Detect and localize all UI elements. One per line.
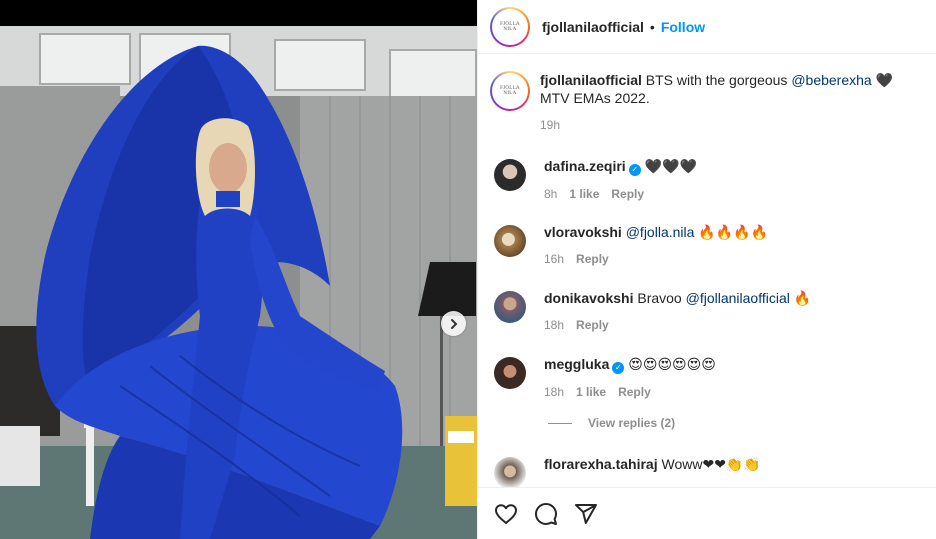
brand-logo: FJOLLA NILA: [500, 21, 520, 32]
replies-divider: [548, 422, 572, 424]
chevron-right-icon: [450, 318, 457, 329]
verified-icon: ✓: [628, 164, 641, 176]
verified-icon: ✓: [612, 362, 625, 374]
comment-time[interactable]: 8h: [544, 185, 557, 203]
comments-list[interactable]: FJOLLA NILA fjollanilaofficial BTS with t…: [478, 55, 936, 487]
caption-time[interactable]: 19h: [540, 116, 560, 134]
comment-username[interactable]: dafina.zeqiri: [544, 158, 626, 174]
caption-mention[interactable]: @beberexha: [791, 72, 871, 88]
commenter-avatar[interactable]: [494, 357, 526, 389]
comment-text: 🖤🖤🖤: [640, 158, 697, 174]
comment-text: Woww❤❤👏👏: [657, 456, 761, 472]
reply-button[interactable]: Reply: [618, 383, 651, 401]
caption-text: BTS with the gorgeous: [645, 72, 792, 88]
next-photo-button[interactable]: [441, 311, 466, 336]
comment-likes[interactable]: 1 like: [576, 383, 606, 401]
comment-time[interactable]: 16h: [544, 250, 564, 268]
comment-row: dafina.zeqiri ✓ 🖤🖤🖤 8h 1 like Reply: [494, 157, 924, 203]
commenter-avatar[interactable]: [494, 225, 526, 257]
comment-likes[interactable]: 1 like: [569, 185, 599, 203]
comment-row: florarexha.tahiraj Woww❤❤👏👏: [494, 455, 924, 487]
commenter-avatar[interactable]: [494, 457, 526, 487]
comment-text-end: 🔥: [789, 290, 812, 306]
owner-avatar[interactable]: FJOLLA NILA: [490, 6, 530, 47]
comment-username[interactable]: meggluka: [544, 356, 609, 372]
caption: FJOLLA NILA fjollanilaofficial BTS with t…: [490, 71, 924, 134]
follow-button[interactable]: Follow: [661, 19, 705, 35]
comment-username[interactable]: donikavokshi: [544, 290, 633, 306]
comment-text: Bravoo: [633, 290, 686, 306]
comment-row: donikavokshi Bravoo @fjollanilaofficial …: [494, 289, 924, 334]
reply-button[interactable]: Reply: [576, 316, 609, 334]
view-replies-label: View replies (2): [588, 416, 676, 430]
comment-row: vloravokshi @fjolla.nila 🔥🔥🔥🔥 16h Reply: [494, 223, 924, 268]
caption-username[interactable]: fjollanilaofficial: [540, 72, 642, 88]
commenter-avatar[interactable]: [494, 291, 526, 323]
post-photo[interactable]: [0, 26, 477, 539]
heart-icon[interactable]: [494, 502, 518, 526]
owner-username[interactable]: fjollanilaofficial: [542, 19, 644, 35]
comment-mention[interactable]: @fjollanilaofficial: [686, 290, 790, 306]
comment-text: 🔥🔥🔥🔥: [694, 224, 769, 240]
post-header: FJOLLA NILA fjollanilaofficial • Follow: [478, 0, 936, 54]
comment-time[interactable]: 18h: [544, 316, 564, 334]
comment-username[interactable]: florarexha.tahiraj: [544, 456, 658, 472]
reply-button[interactable]: Reply: [611, 185, 644, 203]
photo-illustration: [0, 26, 477, 539]
separator-dot: •: [649, 18, 655, 35]
post-sidebar: FJOLLA NILA fjollanilaofficial • Follow F…: [477, 0, 936, 539]
comment-mention[interactable]: @fjolla.nila: [626, 224, 695, 240]
comment-username[interactable]: vloravokshi: [544, 224, 622, 240]
caption-avatar[interactable]: FJOLLA NILA: [490, 71, 530, 111]
share-icon[interactable]: [574, 502, 598, 526]
view-replies-button[interactable]: View replies (2): [548, 416, 675, 430]
comment-icon[interactable]: [534, 502, 558, 526]
comment-time[interactable]: 18h: [544, 383, 564, 401]
comment-text: 😍😍😍😍😍😍: [624, 356, 716, 372]
media-top-bar: [0, 0, 477, 26]
comment-row: meggluka ✓ 😍😍😍😍😍😍 18h 1 like Reply: [494, 355, 924, 401]
brand-logo: FJOLLA NILA: [500, 86, 520, 96]
post-actions: [478, 487, 936, 539]
commenter-avatar[interactable]: [494, 159, 526, 191]
reply-button[interactable]: Reply: [576, 250, 609, 268]
